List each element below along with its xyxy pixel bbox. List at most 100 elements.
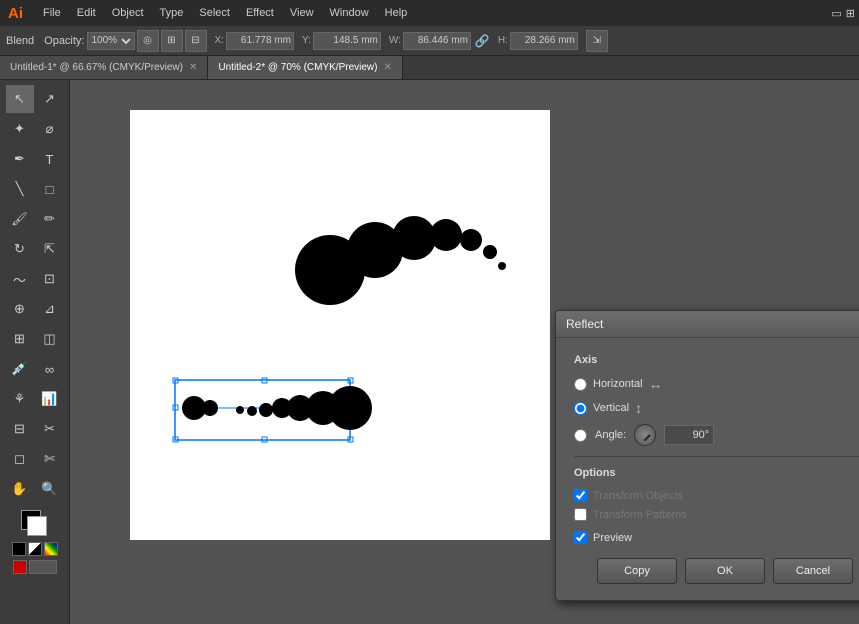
axis-label: Axis <box>574 354 859 366</box>
horizontal-radio[interactable] <box>574 378 587 391</box>
slice-tool[interactable]: ✂ <box>36 415 64 443</box>
horizontal-label[interactable]: Horizontal <box>593 378 643 390</box>
dialog-title-bar: Reflect <box>556 311 859 338</box>
y-input[interactable] <box>313 32 381 50</box>
axis-radio-group: Horizontal ↔ Vertical ↕ Angle: <box>574 376 859 446</box>
gradient-swatch[interactable] <box>44 542 58 556</box>
hand-tool[interactable]: ✋ <box>6 475 34 503</box>
tab2-close[interactable]: ✕ <box>383 62 391 73</box>
arrange-icon[interactable]: ⊞ <box>846 7 855 20</box>
lasso-tool[interactable]: ⌀ <box>36 115 64 143</box>
extra-swatch[interactable] <box>29 560 57 574</box>
direct-selection-tool[interactable]: ↗ <box>36 85 64 113</box>
menu-file[interactable]: File <box>35 5 69 21</box>
selection-tool[interactable]: ↖ <box>6 85 34 113</box>
menu-help[interactable]: Help <box>377 5 416 21</box>
pen-tool[interactable]: ✒ <box>6 145 34 173</box>
x-label: X: <box>215 35 224 46</box>
scissors-tool[interactable]: ✄ <box>36 445 64 473</box>
y-coord-group: Y: <box>302 32 381 50</box>
rotate-tool[interactable]: ↻ <box>6 235 34 263</box>
preview-label[interactable]: Preview <box>593 532 632 544</box>
h-coord-group: H: <box>498 32 578 50</box>
tab-bar: Untitled-1* @ 66.67% (CMYK/Preview) ✕ Un… <box>0 56 859 80</box>
angle-radio[interactable] <box>574 429 587 442</box>
canvas-area[interactable]: Reflect Axis Horizontal ↔ Vertical <box>70 80 859 624</box>
color-swatch-black[interactable] <box>12 542 26 556</box>
transform-objects-row: Transform Objects <box>574 489 859 502</box>
angle-dial[interactable] <box>634 424 656 446</box>
link-dimensions-icon[interactable]: 🔗 <box>475 34 490 48</box>
artboard-tool[interactable]: ⊟ <box>6 415 34 443</box>
blend-label: Blend <box>6 35 34 47</box>
symbol-tool[interactable]: ⚘ <box>6 385 34 413</box>
app-logo: Ai <box>4 5 27 22</box>
options-label: Options <box>574 467 859 479</box>
horizontal-axis-icon: ↔ <box>649 376 663 392</box>
pattern-icon[interactable]: ⊟ <box>185 30 207 52</box>
warp-tool[interactable]: 〜 <box>6 265 34 293</box>
grid-icon[interactable]: ⊞ <box>161 30 183 52</box>
shape-builder-tool[interactable]: ⊕ <box>6 295 34 323</box>
transform-objects-checkbox[interactable] <box>574 489 587 502</box>
eraser-tool[interactable]: ◻ <box>6 445 34 473</box>
column-graph-tool[interactable]: 📊 <box>36 385 64 413</box>
eyedropper-tool[interactable]: 💉 <box>6 355 34 383</box>
preview-checkbox[interactable] <box>574 531 587 544</box>
copy-button[interactable]: Copy <box>597 558 677 584</box>
toolbox: ↖ ↗ ✦ ⌀ ✒ T ╲ □ 🖌 ✏ ↻ ⇱ <box>0 80 70 624</box>
opacity-section: Opacity: 100% ◎ ⊞ ⊟ <box>44 30 206 52</box>
ok-button[interactable]: OK <box>685 558 765 584</box>
red-swatch[interactable] <box>13 560 27 574</box>
constrain-icon[interactable]: ⇲ <box>586 30 608 52</box>
h-input[interactable] <box>510 32 578 50</box>
y-label: Y: <box>302 35 311 46</box>
toolbar: Blend Opacity: 100% ◎ ⊞ ⊟ X: Y: W: 🔗 H: … <box>0 26 859 56</box>
zoom-tool[interactable]: 🔍 <box>36 475 64 503</box>
vertical-radio[interactable] <box>574 402 587 415</box>
opacity-options-icon[interactable]: ◎ <box>137 30 159 52</box>
x-input[interactable] <box>226 32 294 50</box>
menu-object[interactable]: Object <box>104 5 152 21</box>
pencil-tool[interactable]: ✏ <box>36 205 64 233</box>
menu-type[interactable]: Type <box>152 5 192 21</box>
menu-effect[interactable]: Effect <box>238 5 282 21</box>
transform-patterns-checkbox[interactable] <box>574 508 587 521</box>
stroke-swatch[interactable] <box>27 516 47 536</box>
transform-patterns-label[interactable]: Transform Patterns <box>593 509 687 521</box>
mesh-tool[interactable]: ⊞ <box>6 325 34 353</box>
transform-objects-label[interactable]: Transform Objects <box>593 490 683 502</box>
perspective-tool[interactable]: ⊿ <box>36 295 64 323</box>
tab-untitled1[interactable]: Untitled-1* @ 66.67% (CMYK/Preview) ✕ <box>0 56 208 79</box>
gradient-tool[interactable]: ◫ <box>36 325 64 353</box>
opacity-select[interactable]: 100% <box>87 32 135 50</box>
angle-input[interactable] <box>664 425 714 445</box>
main-area: ↖ ↗ ✦ ⌀ ✒ T ╲ □ 🖌 ✏ ↻ ⇱ <box>0 80 859 624</box>
menu-window[interactable]: Window <box>322 5 377 21</box>
angle-label[interactable]: Angle: <box>595 429 626 441</box>
document-setup-icon[interactable]: ▭ <box>831 7 841 20</box>
horizontal-row: Horizontal ↔ <box>574 376 859 392</box>
tab-untitled2[interactable]: Untitled-2* @ 70% (CMYK/Preview) ✕ <box>208 56 402 79</box>
vertical-label[interactable]: Vertical <box>593 402 629 414</box>
paintbrush-tool[interactable]: 🖌 <box>6 205 34 233</box>
canvas-page <box>130 110 550 540</box>
dialog-body: Axis Horizontal ↔ Vertical ↕ <box>556 338 859 600</box>
line-tool[interactable]: ╲ <box>6 175 34 203</box>
tab1-close[interactable]: ✕ <box>189 62 197 73</box>
cancel-button[interactable]: Cancel <box>773 558 853 584</box>
menu-select[interactable]: Select <box>191 5 238 21</box>
menu-edit[interactable]: Edit <box>69 5 104 21</box>
menu-view[interactable]: View <box>282 5 322 21</box>
free-transform-tool[interactable]: ⊡ <box>36 265 64 293</box>
shape-tool[interactable]: □ <box>36 175 64 203</box>
none-swatch[interactable] <box>28 542 42 556</box>
w-input[interactable] <box>403 32 471 50</box>
dialog-buttons: Copy OK Cancel <box>574 558 859 584</box>
scale-tool[interactable]: ⇱ <box>36 235 64 263</box>
magic-wand-tool[interactable]: ✦ <box>6 115 34 143</box>
dialog-title: Reflect <box>566 317 603 331</box>
blend-tool[interactable]: ∞ <box>36 355 64 383</box>
transform-patterns-row: Transform Patterns <box>574 508 859 521</box>
type-tool[interactable]: T <box>36 145 64 173</box>
